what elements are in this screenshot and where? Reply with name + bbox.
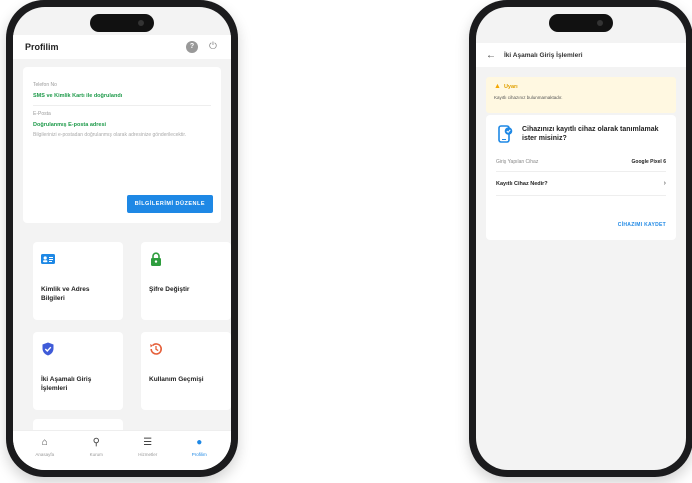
tile-two-factor[interactable]: İki Aşamalı Giriş İşlemleri [33, 332, 123, 410]
register-question: Cihazınızı kayıtlı cihaz olarak tanımlam… [522, 126, 659, 142]
device-value: Google Pixel 6 [631, 159, 666, 165]
warning-box: ▲ Uyarı Kayıtlı cihazınız bulunmamaktadı… [486, 77, 676, 113]
tile-label: İki Aşamalı Giriş İşlemleri [41, 376, 92, 392]
device-key: Giriş Yapılan Cihaz [496, 159, 539, 165]
dynamic-island [90, 14, 154, 32]
power-icon[interactable]: ⏻ [207, 41, 219, 53]
email-label: E-Posta [33, 111, 51, 117]
nav-profile[interactable]: ● Profilim [174, 431, 226, 462]
camera-dot [138, 20, 144, 26]
left-phone: Profilim ? ⏻ Telefon No SMS ve Kimlik Ka… [6, 0, 238, 477]
two-factor-header: ← İki Aşamalı Giriş İşlemleri [476, 43, 686, 67]
nav-services[interactable]: ☰ Hizmetler [122, 431, 174, 462]
warning-icon: ▲ [494, 83, 501, 90]
nav-home[interactable]: ⌂ Anasayfa [19, 431, 71, 462]
nav-label: Kurum [89, 451, 103, 457]
phone-check-icon [498, 125, 513, 143]
list-icon: ☰ [143, 436, 153, 448]
email-status: Doğrulanmış E-posta adresi [33, 122, 107, 128]
home-icon: ⌂ [41, 436, 48, 448]
device-info-row: Giriş Yapılan Cihaz Google Pixel 6 [496, 155, 666, 172]
email-row: E-Posta Doğrulanmış E-posta adresi Bilgi… [33, 106, 211, 145]
nav-label: Anasayfa [35, 451, 55, 457]
lock-icon [151, 252, 161, 266]
shield-check-icon [42, 342, 54, 356]
left-screen: Profilim ? ⏻ Telefon No SMS ve Kimlik Ka… [13, 7, 231, 470]
phone-label: Telefon No [33, 82, 57, 88]
page-title: Profilim [25, 42, 59, 52]
search-icon: ⚲ [92, 436, 100, 448]
nav-label: Hizmetler [138, 451, 158, 457]
right-phone: ← İki Aşamalı Giriş İşlemleri ▲ Uyarı Ka… [469, 0, 692, 477]
tile-label: Kullanım Geçmişi [149, 376, 204, 383]
warning-title-text: Uyarı [503, 83, 518, 90]
save-device-button[interactable]: CİHAZIMI KAYDET [618, 222, 666, 228]
page-title: İki Aşamalı Giriş İşlemleri [504, 51, 583, 59]
edit-info-button[interactable]: BİLGİLERİMİ DÜZENLE [126, 195, 213, 213]
tile-identity-address[interactable]: Kimlik ve Adres Bilgileri [33, 242, 123, 320]
dynamic-island [549, 14, 613, 32]
question-row: Cihazınızı kayıtlı cihaz olarak tanımlam… [496, 125, 666, 143]
phone-row: Telefon No SMS ve Kimlik Kartı ile doğru… [33, 77, 211, 106]
info-hint: Bilgilerinizi e-postadan doğrulanmış ola… [33, 132, 187, 138]
phone-status: SMS ve Kimlik Kartı ile doğrulandı [33, 93, 123, 99]
link-label: Kayıtlı Cihaz Nedir? [496, 180, 548, 187]
tile-usage-history[interactable]: Kullanım Geçmişi [141, 332, 231, 410]
tile-label: Şifre Değiştir [149, 286, 190, 293]
contact-info-card: Telefon No SMS ve Kimlik Kartı ile doğru… [23, 67, 221, 223]
history-icon [150, 343, 162, 355]
warning-text: Kayıtlı cihazınız bulunmamaktadır. [494, 95, 563, 100]
bottom-navigation: ⌂ Anasayfa ⚲ Kurum ☰ Hizmetler ● Profili… [13, 430, 231, 470]
what-is-registered-device-link[interactable]: Kayıtlı Cihaz Nedir? › [496, 172, 666, 196]
tile-change-password[interactable]: Şifre Değiştir [141, 242, 231, 320]
device-card: Cihazınızı kayıtlı cihaz olarak tanımlam… [486, 115, 676, 240]
right-screen: ← İki Aşamalı Giriş İşlemleri ▲ Uyarı Ka… [476, 7, 686, 470]
back-arrow-icon[interactable]: ← [486, 50, 496, 61]
tile-label: Kimlik ve Adres Bilgileri [41, 286, 90, 302]
profile-header: Profilim ? ⏻ [13, 35, 231, 59]
chevron-right-icon: › [663, 180, 666, 187]
camera-dot [597, 20, 603, 26]
nav-search[interactable]: ⚲ Kurum [71, 431, 123, 462]
id-card-icon [41, 254, 55, 264]
nav-label: Profilim [191, 451, 207, 457]
warning-title: ▲ Uyarı [494, 83, 668, 90]
user-icon: ● [196, 436, 203, 448]
help-icon[interactable]: ? [186, 41, 198, 53]
